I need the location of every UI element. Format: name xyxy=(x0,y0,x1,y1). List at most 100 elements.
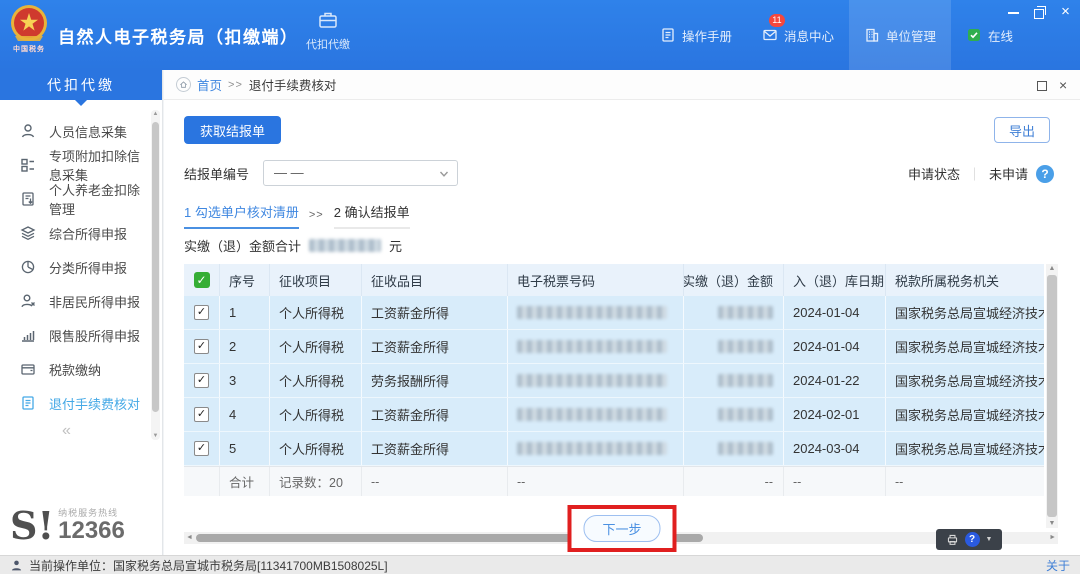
masked-ticket-number xyxy=(508,296,684,329)
sidebar-item-label: 税款缴纳 xyxy=(49,362,102,378)
pane-close-icon[interactable]: × xyxy=(1059,78,1070,92)
menu-item-org[interactable]: 单位管理 xyxy=(848,0,951,70)
national-emblem-icon xyxy=(11,5,47,41)
pane-restore-icon[interactable] xyxy=(1036,80,1047,91)
select-all-cell: ✓ xyxy=(184,264,220,296)
sidebar-item-pension[interactable]: 个人养老金扣除管理 xyxy=(0,182,149,217)
column-header: 征收项目 xyxy=(270,264,362,296)
close-icon[interactable]: × xyxy=(1059,4,1072,19)
row-checkbox[interactable]: ✓ xyxy=(194,305,209,320)
refund-check-panel: 获取结报单 导出 结报单编号 — — 申请状态 ｜ 未申请 ? 1 勾选单户核对… xyxy=(164,100,1080,555)
masked-amount xyxy=(684,296,784,329)
statement-number-select[interactable]: — — xyxy=(263,160,459,186)
menu-item-label: 单位管理 xyxy=(885,29,936,44)
sidebar-item-payment[interactable]: 税款缴纳 xyxy=(0,352,149,386)
pension-icon xyxy=(20,191,36,207)
sidebar-item-personnel[interactable]: 人员信息采集 xyxy=(0,114,149,148)
next-step-button[interactable]: 下一步 xyxy=(583,515,661,542)
cell-seq: 4 xyxy=(220,398,270,431)
application-status-label: 申请状态 xyxy=(907,167,960,182)
minimize-icon[interactable] xyxy=(1007,6,1020,19)
logo-caption: 中国税务 xyxy=(13,46,45,53)
cell-seq: 3 xyxy=(220,364,270,397)
row-select-cell: ✓ xyxy=(184,296,220,329)
footer-cell: 合计 xyxy=(220,467,270,496)
masked-total-amount xyxy=(309,239,382,252)
pie-icon xyxy=(20,259,36,275)
sidebar-nav: 人员信息采集专项附加扣除信息采集 个人养老金扣除管理 综合所得申报分类所得申报非居民… xyxy=(0,114,149,420)
hotline-number: 12366 xyxy=(58,517,125,544)
sidebar-item-nonresident[interactable]: 非居民所得申报 xyxy=(0,284,149,318)
cell-authority: 国家税务总局宣城经济技术... xyxy=(886,364,1044,397)
footer-cell: 记录数：20 xyxy=(270,467,362,496)
masked-amount xyxy=(718,340,773,353)
footer-cell: -- xyxy=(684,467,784,496)
sidebar-scrollbar[interactable]: ▲ ▼ xyxy=(151,110,160,440)
scroll-right-icon[interactable]: ► xyxy=(1049,532,1056,544)
cell-date: 2024-02-01 xyxy=(784,398,886,431)
breadcrumb-home[interactable]: 首页 xyxy=(197,75,222,94)
scroll-up-icon[interactable]: ▲ xyxy=(151,111,160,117)
current-unit-text: 当前操作单位：国家税务总局宣城市税务局[11341700MB1508025L] xyxy=(29,558,388,573)
step-2-tab[interactable]: 2 确认结报单 xyxy=(333,202,410,229)
scrollbar-thumb[interactable] xyxy=(1047,275,1057,517)
table-vertical-scrollbar[interactable]: ▲ ▼ xyxy=(1046,264,1058,528)
export-button[interactable]: 导出 xyxy=(993,117,1050,143)
sidebar-item-label: 分类所得申报 xyxy=(49,260,128,276)
unread-badge: 11 xyxy=(768,14,785,27)
cell-item: 个人所得税 xyxy=(270,330,362,363)
tab-withholding[interactable]: 代扣代缴 xyxy=(296,9,360,53)
sidebar-collapse-button[interactable]: « xyxy=(62,422,71,440)
sidebar-item-refund[interactable]: 退付手续费核对 xyxy=(0,386,149,420)
about-link[interactable]: 关于 xyxy=(1046,557,1070,574)
tab-withholding-label: 代扣代缴 xyxy=(306,39,350,51)
menu-item-manual[interactable]: 操作手册 xyxy=(645,0,747,70)
row-checkbox[interactable]: ✓ xyxy=(194,407,209,422)
user-icon xyxy=(10,559,23,572)
mail-icon xyxy=(762,27,778,43)
masked-amount xyxy=(684,364,784,397)
row-select-cell: ✓ xyxy=(184,398,220,431)
scroll-down-icon[interactable]: ▼ xyxy=(1046,520,1058,527)
step-1-label: 勾选单户核对清册 xyxy=(194,205,299,220)
scroll-down-icon[interactable]: ▼ xyxy=(151,433,160,439)
row-checkbox[interactable]: ✓ xyxy=(194,373,209,388)
table-header-row: ✓序号征收项目征收品目电子税票号码实缴（退）金额入（退）库日期税款所属税务机关主… xyxy=(184,264,1044,296)
column-header: 电子税票号码 xyxy=(508,264,684,296)
window-controls: × xyxy=(1007,4,1072,19)
step-2-number: 2 xyxy=(333,205,341,220)
masked-amount xyxy=(718,408,773,421)
home-icon xyxy=(176,77,191,92)
sidebar-item-label: 人员信息采集 xyxy=(49,124,128,140)
help-icon[interactable]: ? xyxy=(964,532,980,547)
fetch-statement-button[interactable]: 获取结报单 xyxy=(184,116,282,144)
cell-item: 个人所得税 xyxy=(270,296,362,329)
footer-cell: -- xyxy=(362,467,508,496)
cell-date: 2024-01-04 xyxy=(784,296,886,329)
tax-bureau-logo: 中国税务 xyxy=(5,3,53,67)
cell-item: 个人所得税 xyxy=(270,398,362,431)
online-icon xyxy=(966,27,982,43)
scroll-left-icon[interactable]: ◄ xyxy=(186,532,193,544)
row-checkbox[interactable]: ✓ xyxy=(194,339,209,354)
help-icon[interactable]: ? xyxy=(1036,164,1054,183)
select-all-checkbox[interactable]: ✓ xyxy=(193,272,210,288)
row-checkbox[interactable]: ✓ xyxy=(194,441,209,456)
sidebar-item-shares[interactable]: 限售股所得申报 xyxy=(0,318,149,352)
sidebar-item-classified[interactable]: 分类所得申报 xyxy=(0,250,149,284)
app-window: 中国税务 自然人电子税务局（扣缴端） 代扣代缴 操作手册 11 消息中心 单位管理 在线… xyxy=(0,0,1080,574)
briefcase-icon xyxy=(317,9,339,31)
restore-icon[interactable] xyxy=(1033,6,1046,19)
sidebar-item-deductions[interactable]: 专项附加扣除信息采集 xyxy=(0,148,149,183)
breadcrumb-separator: >> xyxy=(228,78,243,91)
step-1-tab[interactable]: 1 勾选单户核对清册 xyxy=(184,202,299,229)
menu-item-messages[interactable]: 11 消息中心 xyxy=(747,0,849,70)
capture-toolbar[interactable]: ? ▼ xyxy=(936,529,1002,550)
sidebar-item-label: 退付手续费核对 xyxy=(49,396,141,412)
application-status-line: 申请状态 ｜ 未申请 ? xyxy=(908,164,1054,183)
printer-icon[interactable] xyxy=(946,533,959,546)
cell-item: 个人所得税 xyxy=(270,432,362,465)
scroll-up-icon[interactable]: ▲ xyxy=(1046,265,1058,272)
scrollbar-thumb[interactable] xyxy=(152,122,159,412)
sidebar-item-combined[interactable]: 综合所得申报 xyxy=(0,216,149,250)
